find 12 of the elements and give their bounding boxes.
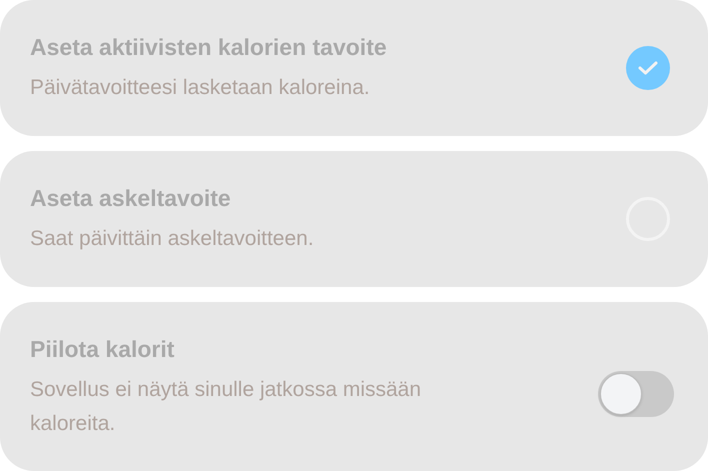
option-description: Päivätavoitteesi lasketaan kaloreina.: [30, 75, 371, 101]
option-title: Aseta aktiivisten kalorien tavoite: [30, 33, 387, 62]
option-card[interactable]: Piilota kalorit Sovellus ei näytä sinulle jatkossa missään kaloreita.: [0, 302, 708, 471]
option-description: Sovellus ei näytä sinulle jatkossa missään kaloreita.: [30, 376, 422, 436]
option-title: Piilota kalorit: [30, 334, 176, 364]
option-card[interactable]: Aseta askeltavoite Saat päivittäin askeltavoitteen.: [0, 151, 708, 287]
option-description: Saat päivittäin askeltavoitteen.: [30, 226, 314, 252]
option-card[interactable]: Aseta aktiivisten kalorien tavoite Päivätavoitteesi lasketaan kaloreina.: [0, 0, 708, 136]
radio-button[interactable]: [626, 46, 670, 90]
toggle-switch[interactable]: [598, 370, 674, 416]
option-title: Aseta askeltavoite: [30, 184, 232, 213]
checkmark-icon: [637, 59, 659, 77]
